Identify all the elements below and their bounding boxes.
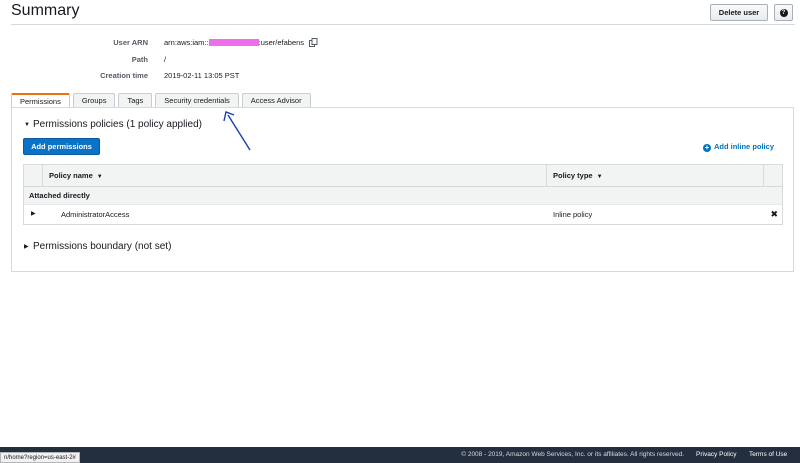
permissions-boundary-toggle[interactable]: ▶ Permissions boundary (not set) — [24, 241, 171, 252]
remove-policy-icon[interactable]: ✖ — [770, 205, 778, 224]
user-arn-label: User ARN — [113, 38, 148, 47]
col-policy-name-label: Policy name — [49, 171, 93, 180]
tab-access-advisor[interactable]: Access Advisor — [241, 93, 311, 108]
footer: © 2008 - 2019, Amazon Web Services, Inc.… — [0, 447, 800, 463]
page-title: Summary — [11, 2, 80, 19]
title-divider — [11, 24, 795, 25]
tab-groups[interactable]: Groups — [72, 93, 116, 108]
creation-time-label: Creation time — [100, 71, 148, 80]
tab-permissions[interactable]: Permissions — [11, 93, 70, 108]
policy-table: Policy name ▼ Policy type ▼ Attached direc… — [23, 164, 783, 225]
column-divider — [546, 165, 547, 187]
caret-down-icon: ▼ — [24, 122, 30, 128]
path-value: / — [164, 55, 167, 64]
table-row[interactable]: ▶ AdministratorAccess Inline policy ✖ — [24, 205, 782, 224]
add-inline-policy-link[interactable]: + Add inline policy — [702, 142, 774, 152]
permissions-policies-heading: Permissions policies (1 policy applied) — [33, 119, 202, 130]
terms-of-use-link[interactable]: Terms of Use — [749, 451, 787, 458]
user-arn-suffix: :user/efabens — [258, 38, 305, 47]
path-row: Path / — [0, 55, 400, 67]
copy-icon[interactable] — [309, 38, 318, 49]
help-icon: ? — [779, 8, 788, 17]
help-button[interactable]: ? — [774, 4, 793, 21]
tab-tags[interactable]: Tags — [118, 93, 153, 108]
status-bar-url: n/home?region=us-east-2# — [0, 452, 80, 463]
sort-caret-icon: ▼ — [96, 174, 103, 180]
policy-type-cell: Inline policy — [553, 210, 593, 219]
permissions-boundary-heading: Permissions boundary (not set) — [33, 241, 172, 252]
annotation-arrow-icon — [223, 111, 251, 151]
caret-right-icon: ▶ — [24, 244, 29, 250]
privacy-policy-link[interactable]: Privacy Policy — [696, 451, 736, 458]
permissions-policies-toggle[interactable]: ▼ Permissions policies (1 policy applied) — [24, 119, 202, 130]
sort-caret-icon: ▼ — [596, 174, 603, 180]
plus-circle-icon: + — [702, 143, 711, 152]
column-divider — [763, 165, 764, 187]
user-arn-row: User ARN arn:aws:iam:::user/efabens — [0, 38, 400, 50]
group-row-attached-directly: Attached directly — [24, 187, 782, 205]
tab-security-credentials[interactable]: Security credentials — [155, 93, 239, 108]
col-policy-type-label: Policy type — [553, 171, 593, 180]
column-divider — [42, 165, 43, 187]
permissions-panel: ▼ Permissions policies (1 policy applied)… — [11, 107, 794, 272]
col-header-policy-name[interactable]: Policy name ▼ — [49, 165, 103, 187]
footer-copyright: © 2008 - 2019, Amazon Web Services, Inc.… — [461, 451, 684, 458]
tab-bar: Permissions Groups Tags Security credent… — [11, 93, 311, 108]
add-inline-policy-label: Add inline policy — [713, 142, 774, 151]
policy-name-cell[interactable]: AdministratorAccess — [61, 205, 129, 224]
add-permissions-button[interactable]: Add permissions — [23, 138, 100, 155]
creation-time-row: Creation time 2019-02-11 13:05 PST — [0, 71, 400, 83]
col-header-policy-type[interactable]: Policy type ▼ — [553, 165, 603, 187]
path-label: Path — [131, 55, 148, 64]
redaction-block — [208, 39, 259, 46]
table-header: Policy name ▼ Policy type ▼ — [24, 165, 782, 187]
creation-time-value: 2019-02-11 13:05 PST — [164, 71, 240, 80]
expand-caret-icon[interactable]: ▶ — [31, 205, 36, 224]
user-arn-prefix: arn:aws:iam:: — [164, 38, 209, 47]
delete-user-button[interactable]: Delete user — [710, 4, 768, 21]
user-arn-value: arn:aws:iam:::user/efabens — [164, 38, 318, 49]
